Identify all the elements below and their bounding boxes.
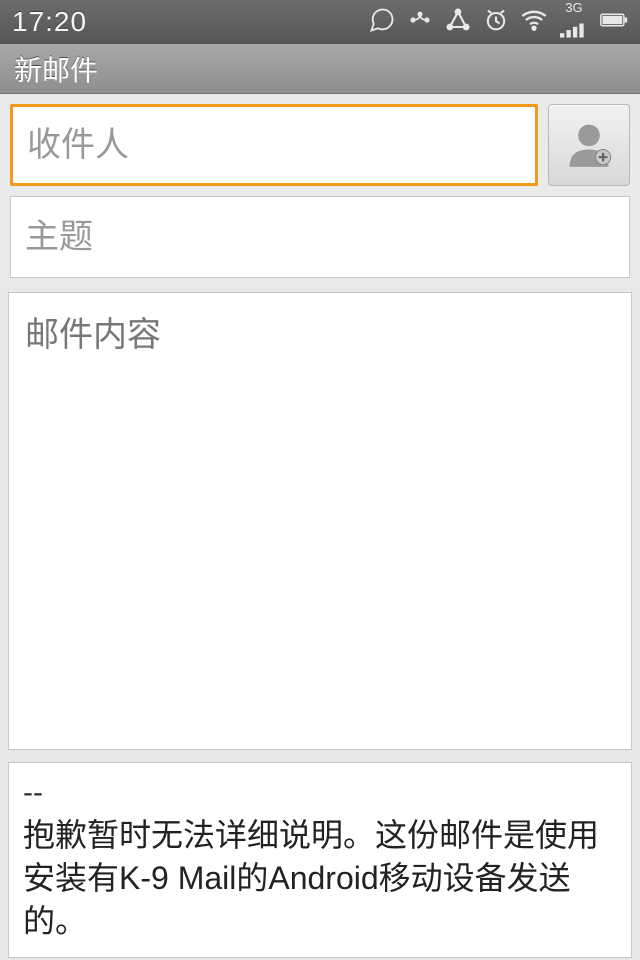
subject-input[interactable] bbox=[10, 196, 630, 278]
share-icon bbox=[444, 6, 472, 39]
status-time: 17:20 bbox=[12, 6, 87, 38]
recipient-row bbox=[10, 104, 630, 186]
status-icons: 3G bbox=[368, 1, 628, 44]
usb-icon bbox=[406, 6, 434, 39]
battery-icon bbox=[600, 6, 628, 39]
alarm-icon bbox=[482, 6, 510, 39]
page-title: 新邮件 bbox=[14, 49, 98, 89]
wifi-icon bbox=[520, 6, 548, 39]
signature-text: 抱歉暂时无法详细说明。这份邮件是使用安装有K-9 Mail的Android移动设… bbox=[23, 814, 617, 944]
signature-block[interactable]: -- 抱歉暂时无法详细说明。这份邮件是使用安装有K-9 Mail的Android… bbox=[8, 762, 632, 958]
cellular-icon: 3G bbox=[558, 1, 590, 44]
compose-header bbox=[0, 94, 640, 288]
network-type-label: 3G bbox=[558, 1, 590, 14]
body-input[interactable] bbox=[8, 292, 632, 750]
title-bar: 新邮件 bbox=[0, 44, 640, 94]
comment-icon bbox=[368, 6, 396, 39]
recipient-input[interactable] bbox=[10, 104, 538, 186]
add-contact-button[interactable] bbox=[548, 104, 630, 186]
status-bar: 17:20 3G bbox=[0, 0, 640, 44]
contact-add-icon bbox=[563, 117, 615, 174]
signature-separator: -- bbox=[23, 773, 617, 814]
